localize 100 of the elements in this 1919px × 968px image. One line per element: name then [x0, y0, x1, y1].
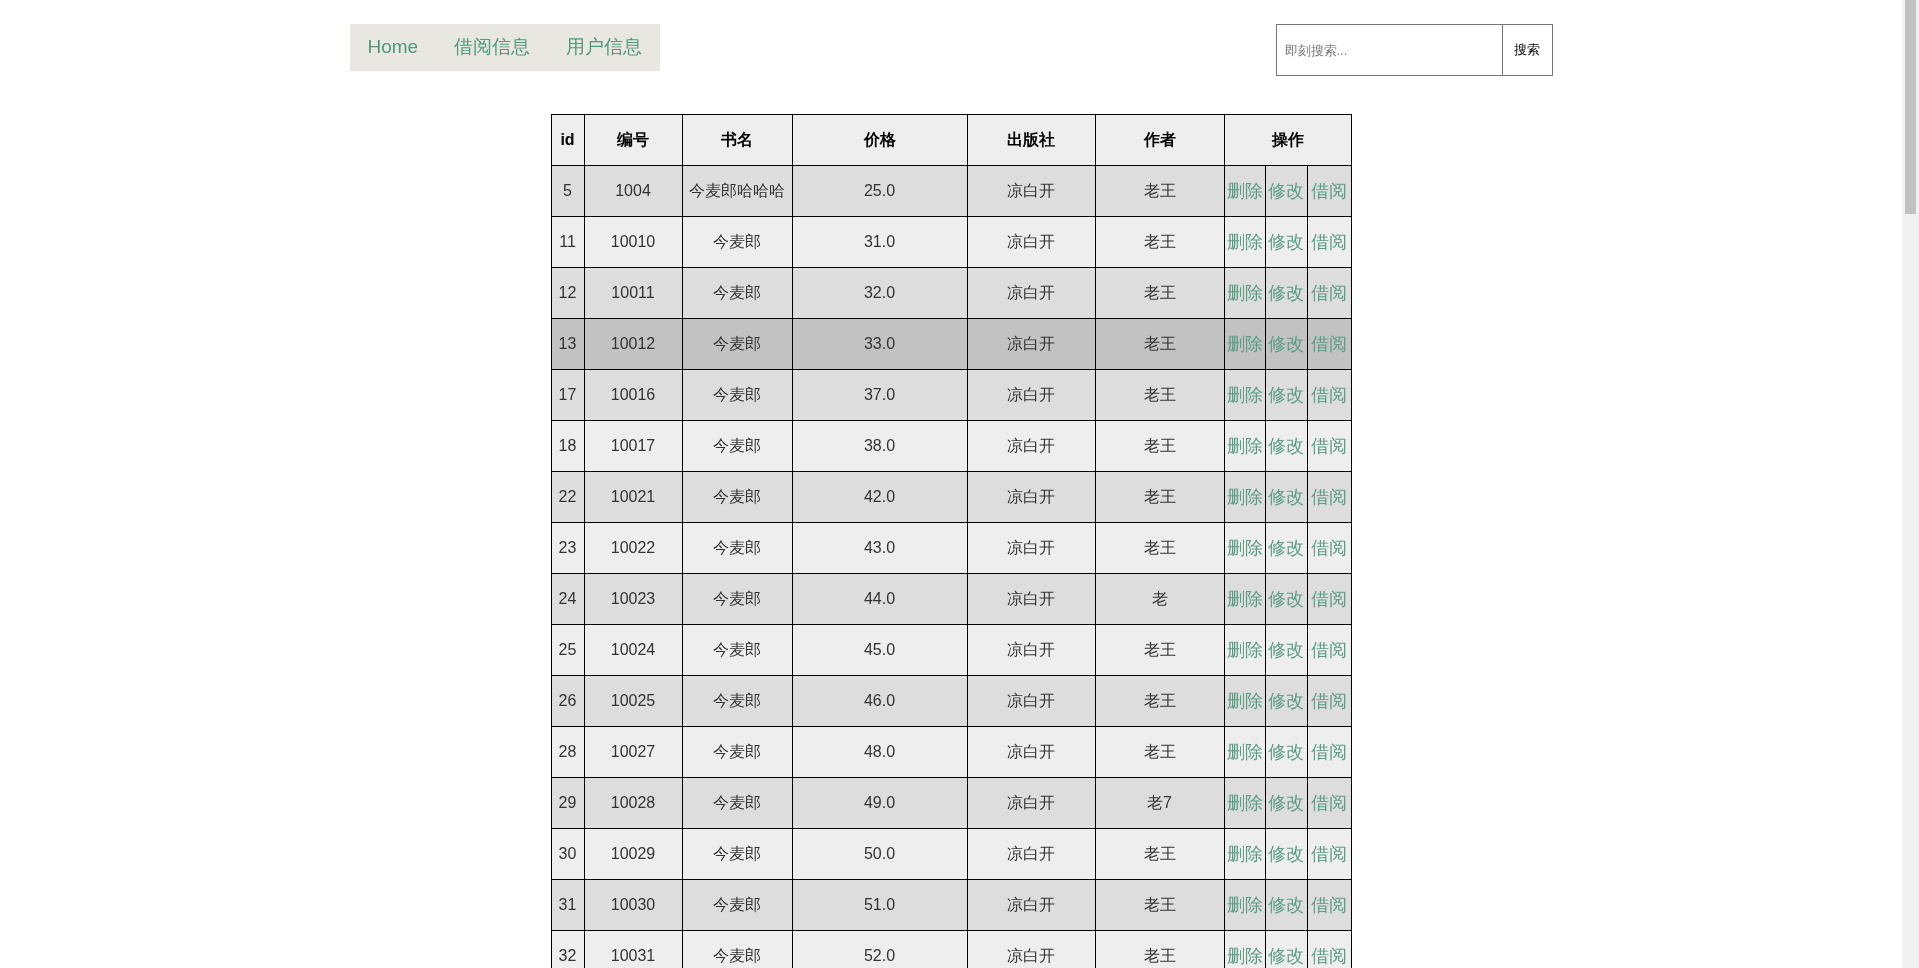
table-cell: 老王: [1095, 471, 1224, 523]
table-cell: 10012: [584, 318, 682, 370]
table-cell: 33.0: [792, 318, 967, 370]
table-cell: 25.0: [792, 165, 967, 217]
table-cell: 凉白开: [967, 675, 1095, 727]
table-cell: 老王: [1095, 675, 1224, 727]
table-cell: 今麦郎: [682, 726, 792, 778]
column-header: 价格: [792, 114, 967, 166]
table-cell: 今麦郎: [682, 675, 792, 727]
table-cell: 今麦郎: [682, 828, 792, 880]
table-cell: 今麦郎: [682, 420, 792, 472]
table-cell: 凉白开: [967, 879, 1095, 931]
table-cell: 5: [551, 165, 584, 217]
table-cell: 今麦郎: [682, 318, 792, 370]
column-header: 作者: [1095, 114, 1224, 166]
table-cell: 18: [551, 420, 584, 472]
table-cell: 10011: [584, 267, 682, 319]
table-cell: 凉白开: [967, 369, 1095, 421]
table-cell: 老王: [1095, 318, 1224, 370]
table-cell: 今麦郎: [682, 216, 792, 268]
table-cell: 老: [1095, 573, 1224, 625]
table-cell: 凉白开: [967, 726, 1095, 778]
table-cell: 42.0: [792, 471, 967, 523]
table-cell: 37.0: [792, 369, 967, 421]
table-cell: 凉白开: [967, 624, 1095, 676]
table-cell: 老王: [1095, 624, 1224, 676]
scrollbar-thumb[interactable]: [1905, 0, 1916, 214]
table-cell: 30: [551, 828, 584, 880]
table-cell: 38.0: [792, 420, 967, 472]
column-header: 出版社: [967, 114, 1095, 166]
nav-link[interactable]: 用户信息: [548, 33, 661, 62]
table-cell: 10023: [584, 573, 682, 625]
table-cell: 凉白开: [967, 165, 1095, 217]
table-cell: 23: [551, 522, 584, 574]
table-cell: 凉白开: [967, 420, 1095, 472]
table-cell: 44.0: [792, 573, 967, 625]
table-cell: 凉白开: [967, 573, 1095, 625]
column-header: id: [551, 114, 584, 166]
table-cell: 45.0: [792, 624, 967, 676]
table-cell: 老王: [1095, 522, 1224, 574]
table-cell: 32.0: [792, 267, 967, 319]
column-header: 操作: [1224, 114, 1351, 166]
table-cell: 49.0: [792, 777, 967, 829]
table-cell: 10030: [584, 879, 682, 931]
table-cell: 1004: [584, 165, 682, 217]
table-cell: 10022: [584, 522, 682, 574]
table-cell: 11: [551, 216, 584, 268]
table-cell: 今麦郎: [682, 267, 792, 319]
column-header: 书名: [682, 114, 792, 166]
table-cell: 凉白开: [967, 216, 1095, 268]
table-cell: 10016: [584, 369, 682, 421]
table-cell: 10024: [584, 624, 682, 676]
table-cell: 43.0: [792, 522, 967, 574]
table-cell: 老王: [1095, 267, 1224, 319]
table-cell: 凉白开: [967, 522, 1095, 574]
table-cell: 24: [551, 573, 584, 625]
table-cell: 10025: [584, 675, 682, 727]
table-cell: 31: [551, 879, 584, 931]
table-cell: 老王: [1095, 726, 1224, 778]
table-cell: 31.0: [792, 216, 967, 268]
table-cell: 老王: [1095, 879, 1224, 931]
table-cell: 老王: [1095, 165, 1224, 217]
table-cell: 46.0: [792, 675, 967, 727]
table-cell: 10021: [584, 471, 682, 523]
table-cell: 凉白开: [967, 471, 1095, 523]
table-cell: 29: [551, 777, 584, 829]
table-cell: 老王: [1095, 828, 1224, 880]
table-cell: 今麦郎: [682, 777, 792, 829]
table-cell: 今麦郎: [682, 471, 792, 523]
table-cell: 老王: [1095, 369, 1224, 421]
table-cell: 13: [551, 318, 584, 370]
table-cell: 凉白开: [967, 777, 1095, 829]
nav-link[interactable]: Home: [349, 33, 437, 62]
table-cell: 32: [551, 930, 584, 968]
table-cell: 凉白开: [967, 318, 1095, 370]
table-cell: 凉白开: [967, 267, 1095, 319]
table-cell: 凉白开: [967, 828, 1095, 880]
table-cell: 17: [551, 369, 584, 421]
table-cell: 10029: [584, 828, 682, 880]
table-cell: 51.0: [792, 879, 967, 931]
table-cell: 今麦郎: [682, 369, 792, 421]
table-cell: 今麦郎: [682, 573, 792, 625]
table-cell: 12: [551, 267, 584, 319]
table-cell: 今麦郎: [682, 624, 792, 676]
table-cell: 老7: [1095, 777, 1224, 829]
search-button[interactable]: 搜索: [1502, 24, 1553, 76]
table-cell: 今麦郎: [682, 522, 792, 574]
table-cell: 10017: [584, 420, 682, 472]
table-cell: 26: [551, 675, 584, 727]
nav-link[interactable]: 借阅信息: [436, 33, 549, 62]
table-cell: 48.0: [792, 726, 967, 778]
table-cell: 28: [551, 726, 584, 778]
table-cell: 老王: [1095, 216, 1224, 268]
table-cell: 今麦郎: [682, 879, 792, 931]
table-cell: 50.0: [792, 828, 967, 880]
table-cell: 10028: [584, 777, 682, 829]
column-header: 编号: [584, 114, 682, 166]
table-cell: 22: [551, 471, 584, 523]
search-field[interactable]: 即刻搜索...: [1275, 24, 1503, 76]
table-cell: 今麦郎哈哈哈: [682, 165, 792, 217]
